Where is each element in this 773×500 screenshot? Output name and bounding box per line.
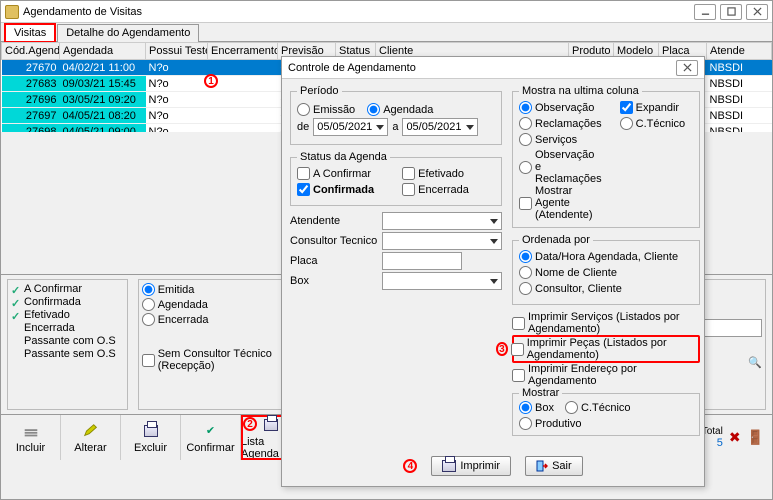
radio-ord-datahora[interactable]: Data/Hora Agendada, Cliente (519, 250, 678, 263)
radio-ord-cons[interactable]: Consultor, Cliente (519, 282, 622, 295)
btn-incluir[interactable]: Incluir (1, 415, 61, 460)
chk-efetivado[interactable]: Efetivado (11, 309, 116, 321)
callout-4: 4 (403, 459, 417, 473)
radio-recl[interactable]: Reclamações (519, 117, 602, 130)
dialog-close-button[interactable] (676, 60, 698, 76)
close-button[interactable] (746, 4, 768, 20)
col-encerramento[interactable]: Encerramento (208, 43, 278, 60)
chk-efetivado[interactable]: Efetivado (402, 167, 464, 180)
radio-emissao[interactable]: Emissão (297, 103, 355, 116)
radio-serv[interactable]: Serviços (519, 133, 577, 146)
btn-sair[interactable]: Sair (525, 456, 583, 476)
chk-encerrada-d[interactable]: Encerrada (402, 183, 469, 196)
combo-consultor[interactable] (382, 232, 502, 250)
chk-expandir[interactable]: Expandir (620, 101, 679, 114)
col-agendada[interactable]: Agendada (60, 43, 146, 60)
app-icon (5, 5, 19, 19)
chk-imp-servicos[interactable]: Imprimir Serviços (Listados por Agendame… (512, 311, 692, 335)
exit-icon (536, 460, 548, 472)
callout-3: 3 (496, 342, 508, 356)
chk-sem-consultor[interactable]: Sem Consultor Técnico (Recepção) (142, 348, 283, 372)
print-icon (264, 419, 278, 431)
date-a[interactable]: 05/05/2021 (402, 118, 477, 136)
chk-imp-endereco[interactable]: Imprimir Endereço por Agendamento (512, 363, 692, 387)
tab-visitas[interactable]: Visitas (5, 24, 55, 42)
input-placa[interactable] (382, 252, 462, 270)
radio-agendada[interactable]: Agendada (367, 103, 433, 116)
col-atende[interactable]: Atende (707, 43, 772, 60)
radio-obsrec[interactable]: Observação e Reclamações (519, 149, 602, 185)
radio-m-box[interactable]: Box (519, 401, 554, 414)
chk-aconfirmar[interactable]: A Confirmar (11, 283, 116, 295)
chk-confirmada[interactable]: Confirmada (11, 296, 116, 308)
date-de[interactable]: 05/05/2021 (313, 118, 388, 136)
radio-obs[interactable]: Observação (519, 101, 594, 114)
chk-imp-pecas[interactable]: Imprimir Peças (Listados por Agendamento… (511, 337, 688, 361)
tab-detalhe[interactable]: Detalhe do Agendamento (57, 24, 199, 42)
radio-agendada-f[interactable]: Agendada (142, 298, 283, 311)
radio-ord-nome[interactable]: Nome de Cliente (519, 266, 617, 279)
radio-m-prod[interactable]: Produtivo (519, 417, 581, 430)
btn-imprimir[interactable]: Imprimir (431, 456, 511, 476)
fs-periodo: Período Emissão Agendada de 05/05/2021 a… (290, 85, 502, 145)
combo-atendente[interactable] (382, 212, 502, 230)
search-icon[interactable]: 🔍 (748, 357, 762, 369)
fs-mostrar: Mostrar Box C.Técnico Produtivo (512, 387, 700, 436)
chk-passante-sem-os[interactable]: Passante sem O.S (11, 348, 116, 360)
fs-status-agenda: Status da Agenda A Confirmar Confirmada … (290, 151, 502, 206)
radio-m-ct[interactable]: C.Técnico (565, 401, 631, 414)
callout-1: 1 (204, 74, 218, 88)
btn-alterar[interactable]: Alterar (61, 415, 121, 460)
dialog-title: Controle de Agendamento (288, 62, 416, 74)
chk-passante-os[interactable]: Passante com O.S (11, 335, 116, 347)
print-icon (144, 425, 158, 437)
combo-box[interactable] (382, 272, 502, 290)
print-icon (442, 460, 456, 472)
maximize-button[interactable] (720, 4, 742, 20)
fs-ultima-coluna: Mostra na ultima coluna Observação Recla… (512, 85, 700, 228)
print-dialog: Controle de Agendamento Período Emissão … (281, 56, 705, 487)
chk-encerrada[interactable]: Encerrada (11, 322, 116, 334)
col-cod[interactable]: Cód.Agenda (2, 43, 60, 60)
status-filter-box: A Confirmar Confirmada Efetivado Encerra… (7, 279, 128, 410)
tab-bar: Visitas Detalhe do Agendamento (1, 23, 772, 42)
minimize-button[interactable] (694, 4, 716, 20)
col-possui-teste[interactable]: Possui Teste (146, 43, 208, 60)
fs-ordenada: Ordenada por Data/Hora Agendada, Cliente… (512, 234, 700, 305)
window-title: Agendamento de Visitas (23, 6, 142, 18)
close-icon[interactable]: ✖ (729, 429, 741, 446)
btn-confirmar[interactable]: ✔Confirmar (181, 415, 241, 460)
callout-2: 2 (243, 417, 257, 431)
chk-aconf[interactable]: A Confirmar (297, 167, 371, 180)
chk-mostrar-agente[interactable]: Mostrar Agente (Atendente) (519, 185, 602, 221)
radio-ctecnico[interactable]: C.Técnico (620, 117, 686, 130)
exit-door-icon[interactable]: 🚪 (747, 429, 764, 446)
radio-encerrada-f[interactable]: Encerrada (142, 313, 283, 326)
titlebar: Agendamento de Visitas (1, 1, 772, 23)
radio-emitida[interactable]: Emitida (142, 283, 283, 296)
btn-excluir[interactable]: Excluir (121, 415, 181, 460)
chk-confirmada-d[interactable]: Confirmada (297, 183, 374, 196)
